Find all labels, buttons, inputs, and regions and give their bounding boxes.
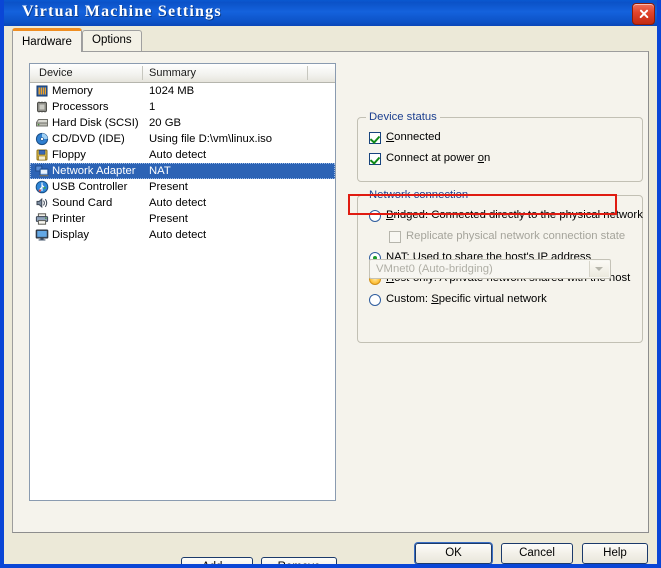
memory-icon	[35, 84, 49, 98]
add-button[interactable]: Add...	[181, 557, 253, 568]
checkbox-connected-box[interactable]	[369, 132, 381, 144]
ok-button[interactable]: OK	[415, 543, 492, 564]
checkbox-connected-label: Connected	[386, 131, 441, 143]
network-connection-title: Network connection	[366, 189, 472, 201]
device-summary: 1024 MB	[149, 85, 195, 97]
sound-card-icon	[35, 196, 49, 210]
radio-custom-button[interactable]	[369, 294, 381, 306]
radio-bridged-button[interactable]	[369, 210, 381, 222]
device-list-row[interactable]: Memory 1024 MB	[30, 83, 335, 99]
device-summary: 20 GB	[149, 117, 182, 129]
tab-options[interactable]: Options	[82, 30, 142, 51]
processor-icon	[35, 100, 49, 114]
device-list-row[interactable]: Sound Card Auto detect	[30, 195, 335, 211]
checkbox-replicate-physical-network-label: Replicate physical network connection st…	[406, 230, 626, 242]
device-name: Display	[52, 229, 90, 241]
column-header-device[interactable]: Device	[39, 67, 73, 79]
column-divider-2[interactable]	[307, 66, 308, 80]
cancel-button[interactable]: Cancel	[501, 543, 573, 564]
checkbox-connect-at-power-on-label: Connect at power on	[386, 152, 491, 164]
device-name: Memory	[52, 85, 93, 97]
close-icon[interactable]	[632, 3, 655, 25]
custom-network-select: VMnet0 (Auto-bridging)	[369, 259, 611, 279]
device-name: Sound Card	[52, 197, 113, 209]
device-list-row[interactable]: USB Controller Present	[30, 179, 335, 195]
cd-dvd-icon	[35, 132, 49, 146]
device-list-body: Memory 1024 MB Processors 1 Hard Disk (SCSI)…	[30, 83, 335, 243]
device-summary: Present	[149, 181, 188, 193]
device-list-row[interactable]: Network Adapter NAT	[30, 163, 335, 179]
custom-network-select-value: VMnet0 (Auto-bridging)	[376, 263, 493, 275]
printer-icon	[35, 212, 49, 226]
device-status-group: Device status Connected Connect at power…	[357, 111, 643, 182]
virtual-machine-settings-dialog: Virtual Machine Settings Hardware Option…	[0, 0, 661, 568]
device-summary: NAT	[149, 165, 171, 177]
chevron-down-icon	[589, 261, 609, 277]
checkbox-connect-at-power-on-box[interactable]	[369, 153, 381, 165]
device-list-row[interactable]: CD/DVD (IDE) Using file D:\vm\linux.iso	[30, 131, 335, 147]
device-name: Hard Disk (SCSI)	[52, 117, 139, 129]
column-divider-1[interactable]	[142, 66, 143, 80]
device-summary: 1	[149, 101, 156, 113]
device-list-row[interactable]: Printer Present	[30, 211, 335, 227]
device-summary: Auto detect	[149, 197, 207, 209]
add-button-label-rest: dd...	[209, 561, 233, 568]
tab-hardware[interactable]: Hardware	[12, 28, 82, 52]
device-name: USB Controller	[52, 181, 128, 193]
device-summary: Auto detect	[149, 149, 207, 161]
floppy-icon	[35, 148, 49, 162]
device-status-title: Device status	[366, 111, 440, 123]
remove-button-label-rest: emove	[285, 561, 321, 568]
device-summary: Present	[149, 213, 188, 225]
device-name: Network Adapter	[52, 165, 136, 177]
device-list-row[interactable]: Floppy Auto detect	[30, 147, 335, 163]
device-name: Printer	[52, 213, 86, 225]
checkbox-replicate-physical-network-box	[389, 231, 401, 243]
device-name: Processors	[52, 101, 109, 113]
device-name: CD/DVD (IDE)	[52, 133, 125, 145]
device-list-row[interactable]: Hard Disk (SCSI) 20 GB	[30, 115, 335, 131]
title-bar: Virtual Machine Settings	[4, 0, 657, 26]
hardware-tab-panel: Device Summary Memory 1024 MB Processors 1 H…	[12, 51, 649, 564]
radio-bridged-label: Bridged: Connected directly to the physi…	[386, 209, 643, 221]
usb-controller-icon	[35, 180, 49, 194]
device-list-header: Device Summary	[30, 64, 335, 83]
column-header-summary[interactable]: Summary	[149, 67, 196, 79]
device-list-row[interactable]: Processors 1	[30, 99, 335, 115]
display-icon	[35, 228, 49, 242]
device-summary: Using file D:\vm\linux.iso	[149, 133, 273, 145]
help-button[interactable]: Help	[582, 543, 648, 564]
device-list[interactable]: Device Summary Memory 1024 MB Processors 1 H…	[29, 63, 336, 501]
device-name: Floppy	[52, 149, 86, 161]
device-summary: Auto detect	[149, 229, 207, 241]
network-adapter-icon	[35, 164, 49, 178]
remove-button[interactable]: Remove	[261, 557, 337, 568]
window-title: Virtual Machine Settings	[22, 3, 222, 20]
radio-custom-label: Custom: Specific virtual network	[386, 293, 547, 305]
device-list-row[interactable]: Display Auto detect	[30, 227, 335, 243]
hard-disk-icon	[35, 116, 49, 130]
